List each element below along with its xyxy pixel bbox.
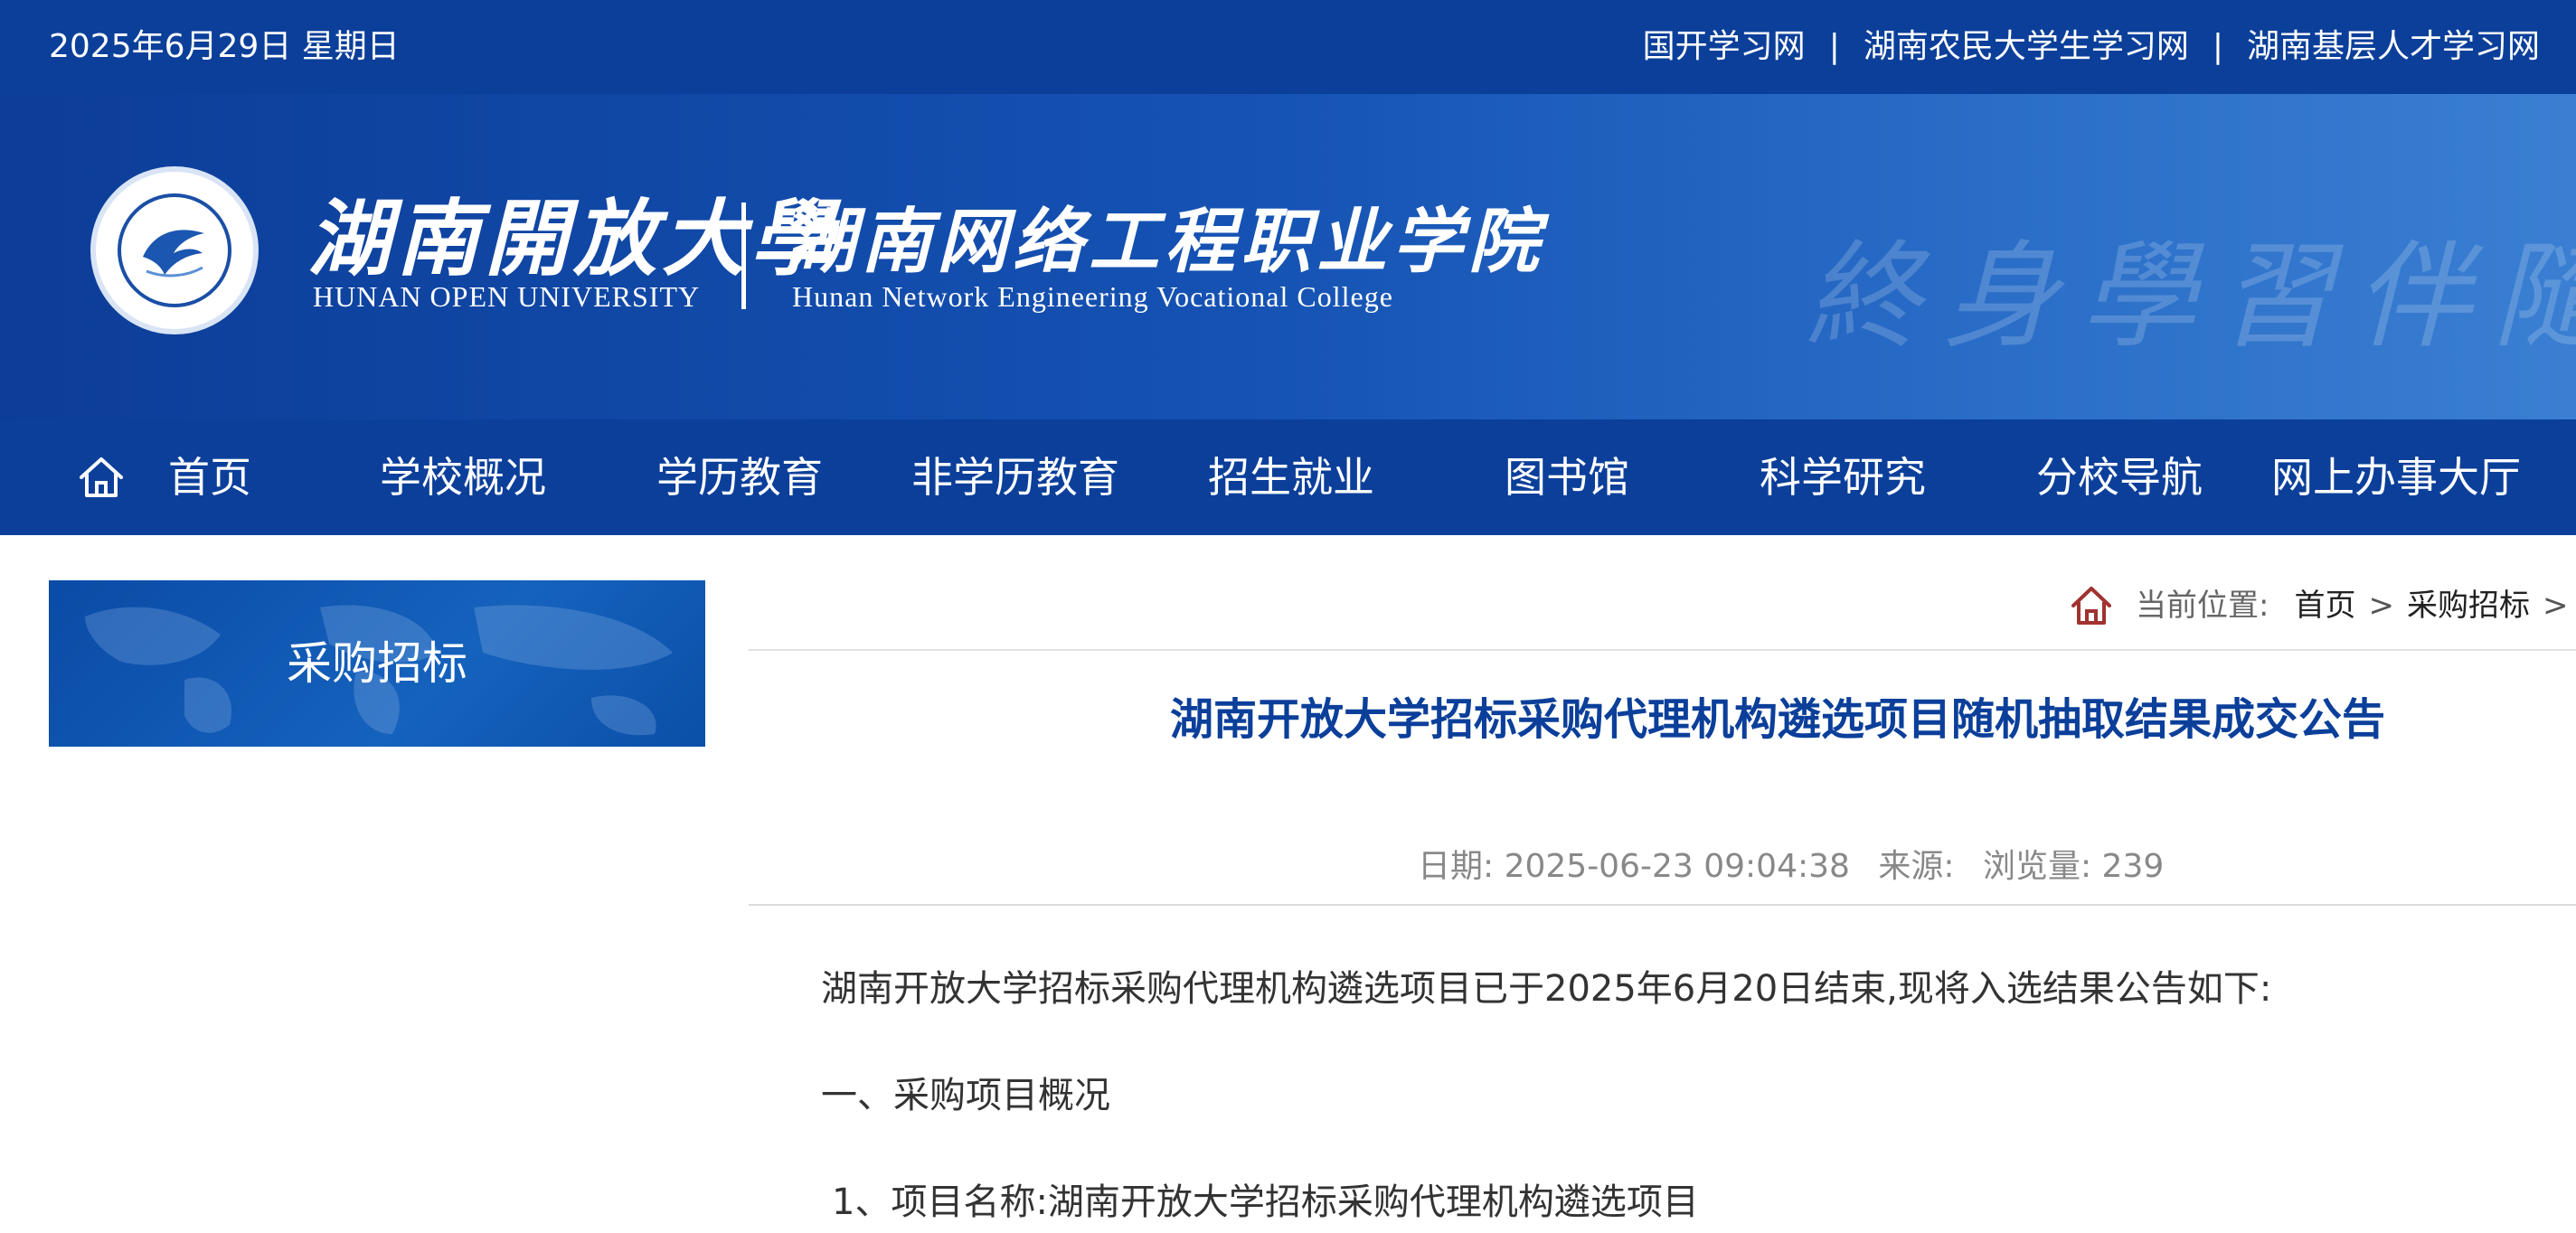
article-source: 来源: (1878, 848, 1955, 885)
college-name-en: Hunan Network Engineering Vocational Col… (792, 280, 1393, 313)
article-title: 湖南开放大学招标采购代理机构遴选项目随机抽取结果成交公告 (1169, 694, 2385, 745)
article-section-heading: 一、采购项目概况 (821, 1075, 1110, 1116)
nav-admissions-employment[interactable]: 招生就业 (1208, 419, 1374, 535)
banner-divider (741, 202, 746, 309)
nav-non-degree-education[interactable]: 非学历教育 (911, 419, 1119, 535)
sidebar-category-panel[interactable]: 采购招标 (49, 580, 705, 747)
sidebar-title: 采购招标 (287, 637, 467, 690)
top-links: 国开学习网 | 湖南农民大学生学习网 | 湖南基层人才学习网 (1643, 27, 2540, 67)
main-nav: 首页 学校概况 学历教育 非学历教育 招生就业 图书馆 科学研究 分校导航 网上… (0, 419, 2576, 535)
college-name-cn: 湖南网络工程职业学院 (785, 201, 1545, 283)
nav-degree-education[interactable]: 学历教育 (656, 419, 823, 535)
article-views: 浏览量: 239 (1982, 848, 2165, 885)
article-paragraph: 1、项目名称:湖南开放大学招标采购代理机构遴选项目 (832, 1181, 1699, 1223)
banner-watermark: 終身學習伴隨 (1805, 230, 2576, 364)
nav-school-overview[interactable]: 学校概况 (380, 419, 546, 535)
current-date: 2025年6月29日 星期日 (49, 28, 400, 65)
university-name-cn: 湖南開放大學 (307, 190, 840, 287)
breadcrumb-label: 当前位置: (2136, 588, 2269, 624)
nav-home[interactable]: 首页 (168, 419, 251, 535)
nav-research[interactable]: 科学研究 (1760, 419, 1926, 535)
divider (749, 904, 2576, 906)
nav-branch-navigation[interactable]: 分校导航 (2036, 419, 2203, 535)
link-guokai-xuexi[interactable]: 国开学习网 (1643, 27, 1806, 67)
home-icon[interactable] (78, 456, 125, 499)
university-logo[interactable] (90, 166, 259, 334)
nav-online-service-hall[interactable]: 网上办事大厅 (2271, 419, 2521, 535)
divider (749, 649, 2576, 651)
article-date: 日期: 2025-06-23 09:04:38 (1418, 848, 1850, 885)
breadcrumb-procurement-link[interactable]: 采购招标 (2407, 579, 2530, 633)
breadcrumb-separator: > (2542, 588, 2569, 624)
article-meta: 日期: 2025-06-23 09:04:38 来源: 浏览量: 239 (1418, 846, 2182, 888)
link-separator: | (2212, 28, 2223, 65)
nav-library[interactable]: 图书馆 (1505, 419, 1629, 535)
breadcrumb-separator: > (2368, 588, 2394, 624)
breadcrumb-home-link[interactable]: 首页 (2294, 579, 2355, 633)
breadcrumb: 当前位置: 首页 > 采购招标 > (2069, 579, 2576, 633)
top-bar: 2025年6月29日 星期日 国开学习网 | 湖南农民大学生学习网 | 湖南基层… (0, 0, 2576, 94)
home-icon (2071, 587, 2111, 625)
bird-emblem-icon (143, 230, 204, 278)
university-name-en: HUNAN OPEN UNIVERSITY (313, 280, 701, 313)
header-banner: 湖南開放大學 HUNAN OPEN UNIVERSITY 湖南网络工程职业学院 … (0, 94, 2576, 419)
link-farmer-student-learning[interactable]: 湖南农民大学生学习网 (1864, 27, 2189, 67)
link-grassroots-talent-learning[interactable]: 湖南基层人才学习网 (2247, 27, 2540, 67)
link-separator: | (1828, 28, 1840, 65)
logo-ring (118, 193, 231, 307)
article-paragraph: 湖南开放大学招标采购代理机构遴选项目已于2025年6月20日结束,现将入选结果公… (821, 968, 2272, 1010)
